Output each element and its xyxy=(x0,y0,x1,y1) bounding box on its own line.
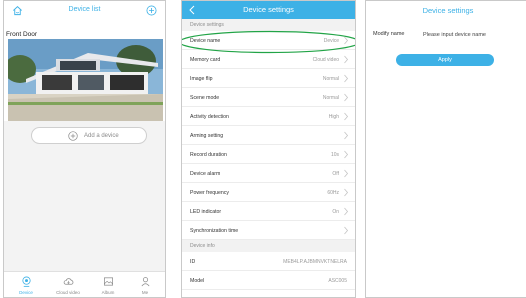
album-icon xyxy=(104,277,113,286)
add-device-button[interactable]: Add a device xyxy=(31,127,147,144)
setting-value: High xyxy=(328,114,339,120)
cloud-icon xyxy=(63,278,74,285)
add-device-label: Add a device xyxy=(84,133,119,139)
chevron-right-icon xyxy=(344,55,349,64)
setting-label: Memory card xyxy=(190,57,221,63)
plus-circle-icon xyxy=(68,131,78,141)
tab-me[interactable]: Me xyxy=(125,276,165,297)
setting-value: 60Hz xyxy=(327,190,339,196)
setting-label: Synchronization time xyxy=(190,228,239,234)
setting-value: Normal xyxy=(322,95,339,101)
chevron-right-icon xyxy=(344,74,349,83)
page-title: Device settings xyxy=(422,6,474,15)
tab-device[interactable]: Device xyxy=(6,276,46,297)
chevron-right-icon xyxy=(344,169,349,178)
setting-row-device-alarm[interactable]: Device alarm Off xyxy=(182,164,355,183)
setting-row-scene-mode[interactable]: Scene mode Normal xyxy=(182,88,355,107)
info-label: ID xyxy=(190,259,196,265)
bottom-tab-bar: Device Cloud video Album Me xyxy=(4,271,165,297)
setting-row-synchronization-time[interactable]: Synchronization time xyxy=(182,221,355,240)
setting-row-led-indicator[interactable]: LED indicator On xyxy=(182,202,355,221)
highlight-ellipse xyxy=(182,30,355,54)
setting-label: Image flip xyxy=(190,76,213,82)
tab-label: Me xyxy=(141,290,149,295)
user-icon xyxy=(141,277,150,287)
info-label: Model xyxy=(190,278,205,284)
chevron-right-icon xyxy=(344,207,349,216)
page-title: Device list xyxy=(68,6,101,13)
setting-value: Cloud video xyxy=(312,57,339,63)
setting-row-power-frequency[interactable]: Power frequency 60Hz xyxy=(182,183,355,202)
setting-row-record-duration[interactable]: Record duration 10s xyxy=(182,145,355,164)
camera-icon xyxy=(22,276,31,287)
chevron-right-icon xyxy=(344,150,349,159)
add-device-plus-icon[interactable] xyxy=(146,5,157,16)
device-name-input[interactable] xyxy=(423,29,523,40)
setting-row-arming-setting[interactable]: Arming setting xyxy=(182,126,355,145)
section-header-info: Device info xyxy=(182,240,355,252)
setting-value: 10s xyxy=(330,152,339,158)
device-snapshot-image[interactable] xyxy=(8,39,163,121)
device-name-label: Front Door xyxy=(6,31,38,38)
setting-label: Record duration xyxy=(190,152,227,158)
setting-value: On xyxy=(332,209,339,215)
chevron-right-icon xyxy=(344,188,349,197)
setting-label: Arming setting xyxy=(190,133,224,139)
tab-album[interactable]: Album xyxy=(88,276,128,297)
modify-name-header: Device settings xyxy=(366,1,526,21)
device-list-header: Device list xyxy=(4,1,165,21)
setting-value: Off xyxy=(332,171,339,177)
setting-label: Scene mode xyxy=(190,95,220,101)
chevron-right-icon xyxy=(344,93,349,102)
apply-button[interactable]: Apply xyxy=(396,54,494,66)
add-device-area: Add a device xyxy=(4,121,165,151)
chevron-right-icon xyxy=(344,131,349,140)
setting-label: Power frequency xyxy=(190,190,229,196)
setting-label: Activity detection xyxy=(190,114,229,120)
info-value: MEB4LP.AJBMNVKTNELRA xyxy=(283,259,347,265)
empty-area xyxy=(4,151,165,271)
tab-label: Cloud video xyxy=(56,290,80,295)
setting-label: Device alarm xyxy=(190,171,221,177)
chevron-right-icon xyxy=(344,112,349,121)
setting-row-image-flip[interactable]: Image flip Normal xyxy=(182,69,355,88)
tab-label: Album xyxy=(101,290,115,295)
setting-row-activity-detection[interactable]: Activity detection High xyxy=(182,107,355,126)
device-list-screen: Device list Front Door Add a device Devi… xyxy=(3,0,166,298)
device-settings-header: Device settings xyxy=(182,1,355,19)
info-row-model: Model ASC005 xyxy=(182,271,355,290)
setting-value: Normal xyxy=(322,76,339,82)
modify-name-label: Modify name xyxy=(373,31,405,37)
device-settings-screen: Device settings Device settings Device n… xyxy=(181,0,356,298)
chevron-right-icon xyxy=(344,226,349,235)
modify-name-screen: Device settings Modify name Apply xyxy=(365,0,526,298)
info-row-id: ID MEB4LP.AJBMNVKTNELRA xyxy=(182,252,355,271)
page-title: Device settings xyxy=(243,5,294,14)
setting-label: LED indicator xyxy=(190,209,222,215)
tab-cloud-video[interactable]: Cloud video xyxy=(48,276,88,297)
info-value: ASC005 xyxy=(328,278,347,284)
tab-label: Device xyxy=(19,290,33,295)
